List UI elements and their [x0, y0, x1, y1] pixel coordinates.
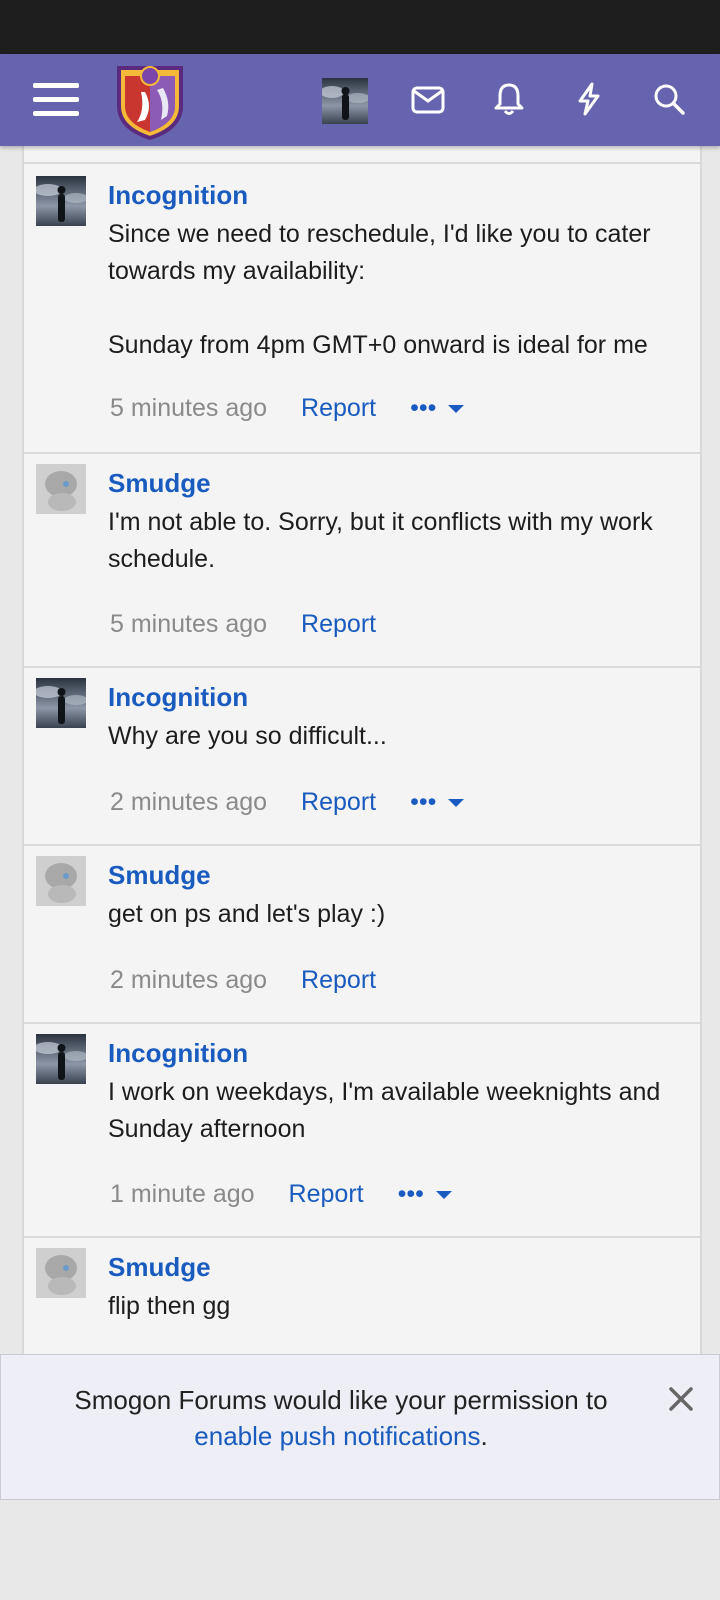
report-link[interactable]: Report [301, 788, 376, 817]
conversation-thread: Incognition Since we need to reschedule,… [22, 146, 702, 1354]
message-time[interactable]: 5 minutes ago [110, 394, 267, 423]
status-bar [0, 0, 720, 54]
ellipsis-label: ••• [410, 394, 437, 422]
ellipsis-label: ••• [410, 788, 437, 816]
message-body: I work on weekdays, I'm available weekni… [108, 1078, 661, 1143]
report-link[interactable]: Report [289, 1180, 364, 1209]
message-item: Incognition I work on weekdays, I'm avai… [24, 1022, 700, 1238]
push-prompt-text: Smogon Forums would like your permission… [74, 1385, 608, 1415]
message-meta: 2 minutes ago Report [110, 966, 376, 995]
message-meta: 5 minutes ago Report ••• [110, 394, 466, 423]
inbox-icon[interactable] [404, 78, 452, 122]
message-time[interactable]: 5 minutes ago [110, 610, 267, 639]
ellipsis-label: ••• [397, 1180, 424, 1208]
avatar-smudge[interactable] [36, 1248, 86, 1298]
author-name[interactable]: Smudge [108, 860, 211, 891]
push-prompt-line: enable push notifications. [1, 1421, 681, 1452]
avatar-incognition[interactable] [36, 176, 86, 226]
message-body: Since we need to reschedule, I'd like yo… [108, 220, 651, 359]
avatar-smudge[interactable] [36, 464, 86, 514]
bolt-icon[interactable] [566, 76, 612, 122]
author-name[interactable]: Incognition [108, 1038, 248, 1069]
app-header [0, 54, 720, 146]
author-name[interactable]: Incognition [108, 682, 248, 713]
avatar-incognition[interactable] [36, 1034, 86, 1084]
push-notification-banner: Smogon Forums would like your permission… [0, 1354, 720, 1500]
message-meta: 2 minutes ago Report ••• [110, 788, 466, 817]
message-item: Smudge I'm not able to. Sorry, but it co… [24, 452, 700, 668]
more-options-button[interactable]: ••• [410, 788, 466, 817]
more-options-button[interactable]: ••• [410, 394, 466, 423]
author-name[interactable]: Incognition [108, 180, 248, 211]
chevron-down-icon [435, 1190, 452, 1199]
enable-push-link[interactable]: enable push notifications [194, 1421, 480, 1451]
message-item: Smudge flip then gg [24, 1236, 700, 1354]
message-body: flip then gg [108, 1292, 231, 1320]
message-body: I'm not able to. Sorry, but it conflicts… [108, 508, 653, 573]
more-options-button[interactable]: ••• [398, 1180, 454, 1209]
close-icon[interactable] [665, 1383, 697, 1415]
message-meta: 5 minutes ago Report [110, 610, 376, 639]
message-item: Smudge get on ps and let's play :) 2 min… [24, 844, 700, 1024]
search-icon[interactable] [646, 76, 692, 122]
report-link[interactable]: Report [301, 394, 376, 423]
report-link[interactable]: Report [301, 610, 376, 639]
push-prompt-suffix: . [480, 1421, 488, 1451]
message-time[interactable]: 2 minutes ago [110, 788, 267, 817]
message-time[interactable]: 2 minutes ago [110, 966, 267, 995]
report-link[interactable]: Report [301, 966, 376, 995]
message-item: Incognition Since we need to reschedule,… [24, 164, 700, 454]
message-body: get on ps and let's play :) [108, 900, 386, 928]
user-avatar[interactable] [322, 78, 368, 124]
avatar-smudge[interactable] [36, 856, 86, 906]
message-meta: 1 minute ago Report ••• [110, 1180, 454, 1209]
chevron-down-icon [448, 798, 465, 807]
message-time[interactable]: 1 minute ago [110, 1180, 255, 1209]
author-name[interactable]: Smudge [108, 468, 211, 499]
bell-icon[interactable] [486, 76, 532, 122]
author-name[interactable]: Smudge [108, 1252, 211, 1283]
message-item: Incognition Why are you so difficult... … [24, 666, 700, 846]
message-body: Why are you so difficult... [108, 722, 387, 750]
chevron-down-icon [448, 404, 465, 413]
avatar-incognition[interactable] [36, 678, 86, 728]
hamburger-menu-icon[interactable] [30, 78, 82, 122]
smogon-logo[interactable] [112, 60, 188, 142]
